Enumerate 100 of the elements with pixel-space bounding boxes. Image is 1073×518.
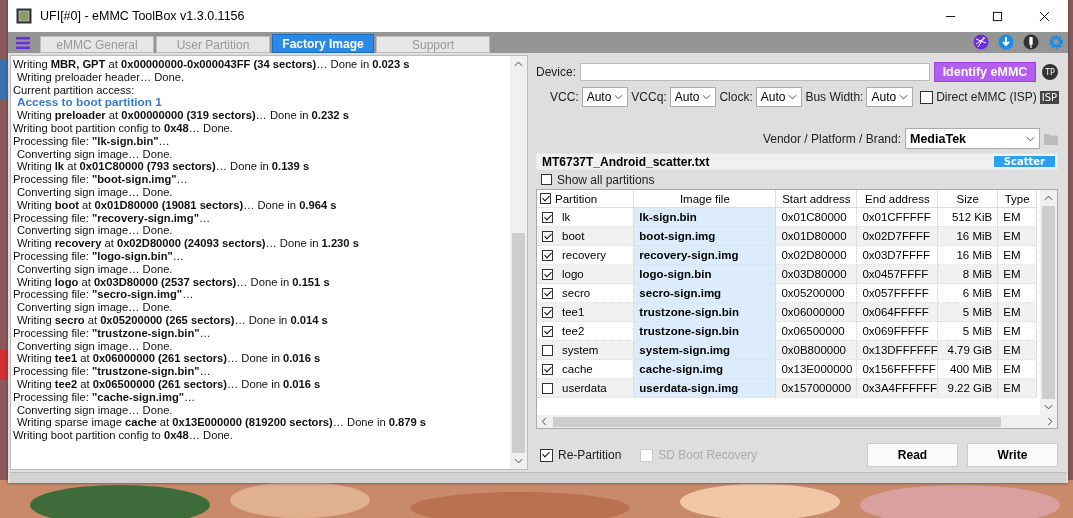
table-cell: userdata-sign.img: [639, 382, 739, 394]
checkbox[interactable]: [542, 211, 553, 223]
vendor-dropdown[interactable]: MediaTek: [905, 128, 1040, 149]
log-line: Processing file: "boot-sign.img"…: [13, 173, 189, 186]
checkbox[interactable]: [542, 344, 553, 356]
table-cell: tee2: [562, 325, 585, 337]
checkbox[interactable]: [542, 230, 553, 242]
scrollbar[interactable]: [510, 56, 527, 469]
chevron-icon: [1026, 135, 1035, 142]
table-cell: recovery: [562, 249, 607, 261]
table-cell: EM: [1003, 249, 1021, 261]
table-cell: 0x01D80000: [781, 230, 847, 242]
table-cell: 0x157000000: [781, 382, 852, 394]
scrollbar[interactable]: [1040, 190, 1057, 415]
dropdown[interactable]: Auto: [669, 87, 717, 107]
checkbox[interactable]: [540, 448, 553, 462]
checkbox[interactable]: [540, 193, 551, 204]
action-button[interactable]: Write: [967, 443, 1058, 467]
table-cell: 5 MiB: [962, 306, 993, 318]
dropdown[interactable]: Auto: [755, 87, 803, 107]
log-line: Converting sign image… Done.: [16, 301, 174, 314]
log-line: Converting sign image… Done.: [16, 339, 174, 353]
log-line: Converting sign image… Done.: [16, 147, 174, 161]
table-cell: 0x03D80000: [781, 268, 847, 280]
close-icon[interactable]: [1039, 10, 1050, 22]
table-cell: boot: [562, 230, 585, 242]
column-header[interactable]: Partition: [555, 192, 598, 205]
tab[interactable]: Factory Image: [272, 34, 374, 53]
table-cell: EM: [1003, 382, 1021, 394]
log-line: Processing file: "cache-sign.img"…: [13, 390, 197, 404]
scroll-up-icon[interactable]: [514, 61, 523, 67]
checkbox[interactable]: [542, 382, 553, 394]
scrollbar[interactable]: [537, 415, 1057, 428]
scatter-file-name: MT6737T_Android_scatter.txt: [542, 154, 710, 169]
select-label: VCCq:: [631, 90, 667, 104]
table-cell: 0x156FFFFFF: [862, 363, 936, 375]
table-cell: 0x069FFFFF: [862, 325, 929, 337]
select-label: Clock:: [719, 90, 753, 104]
tp-badge[interactable]: TP: [1042, 64, 1058, 80]
scroll-right-icon[interactable]: [1047, 417, 1053, 426]
table-cell: system: [562, 344, 599, 356]
column-header[interactable]: Size: [956, 192, 979, 205]
download-icon[interactable]: [998, 33, 1014, 50]
checkbox[interactable]: [542, 249, 553, 261]
table-cell: trustzone-sign.bin: [639, 325, 739, 337]
maximize-icon[interactable]: [992, 10, 1003, 22]
log-line: Writing tee1 at 0x06000000 (261 sectors)… Done in 0.016 s: [16, 352, 322, 366]
chevron-icon: [614, 94, 624, 100]
log-line: Writing sparse image cache at 0x13E000000 (819200 sectors)… Done in 0.879 s: [16, 416, 428, 430]
log-line: Writing preloader at 0x00000000 (319 sectors)… Done in 0.232 s: [16, 109, 350, 122]
column-header[interactable]: Image file: [679, 192, 730, 205]
table-cell: 0x13DFFFFFF: [862, 344, 938, 356]
table-cell: EM: [1003, 325, 1021, 337]
table-cell: 0x06000000: [781, 306, 845, 318]
table-cell: 0x057FFFFF: [862, 287, 929, 299]
table-cell: system-sign.img: [639, 344, 731, 356]
log-line: Current partition access:: [13, 83, 136, 97]
log-line: Processing file: "recovery-sign.img"…: [13, 211, 212, 225]
table-cell: 0x01CFFFFF: [862, 211, 931, 223]
table-cell: EM: [1003, 363, 1021, 375]
vendor-label: Vendor / Platform / Brand:: [762, 131, 901, 146]
table-cell: 400 MiB: [950, 363, 993, 375]
table-cell: EM: [1003, 306, 1021, 318]
scroll-left-icon[interactable]: [541, 417, 547, 426]
log-line: Writing logo at 0x03D80000 (2537 sectors)… Done in 0.151 s: [16, 275, 331, 289]
scroll-up-icon[interactable]: [1044, 195, 1053, 201]
checkbox[interactable]: [542, 325, 553, 337]
column-header[interactable]: Start address: [782, 192, 851, 205]
log-line: Writing recovery at 0x02D80000 (24093 sectors)… Done in 1.230 s: [16, 237, 360, 250]
checkbox[interactable]: [542, 287, 553, 299]
action-button[interactable]: Read: [867, 443, 958, 467]
table-cell: 0x064FFFFF: [862, 306, 929, 318]
table-cell: secro: [562, 287, 591, 299]
table-cell: 512 KiB: [951, 211, 993, 223]
checkbox[interactable]: [541, 174, 552, 185]
scroll-down-icon[interactable]: [1044, 404, 1053, 410]
checkbox[interactable]: [920, 90, 934, 104]
checkbox-label: Show all partitions: [557, 172, 655, 187]
scroll-down-icon[interactable]: [514, 458, 523, 464]
column-header[interactable]: Type: [1004, 192, 1030, 205]
table-cell: logo-sign.bin: [639, 268, 712, 280]
column-header[interactable]: End address: [865, 192, 930, 205]
checkbox[interactable]: [542, 306, 553, 318]
checkbox[interactable]: [542, 268, 553, 280]
chevron-icon: [899, 94, 909, 100]
dropdown[interactable]: Auto: [581, 87, 629, 107]
usb-icon[interactable]: [1023, 33, 1039, 50]
isp-badge[interactable]: ISP: [1039, 90, 1060, 104]
log-line: Processing file: "trustzone-sign.bin"…: [13, 326, 212, 340]
table-cell: lk: [562, 211, 571, 223]
table-cell: boot-sign.img: [639, 230, 716, 242]
checkbox[interactable]: [542, 363, 553, 375]
log-line: Processing file: "trustzone-sign.bin"…: [13, 365, 212, 378]
chevron-icon: [702, 94, 712, 100]
device-field[interactable]: [580, 63, 930, 81]
table-cell: recovery-sign.img: [639, 249, 739, 261]
dropdown[interactable]: Auto: [866, 87, 914, 107]
table-cell: 16 MiB: [956, 249, 993, 261]
identify-button[interactable]: Identify eMMC: [934, 62, 1036, 82]
table-cell: EM: [1003, 287, 1021, 299]
